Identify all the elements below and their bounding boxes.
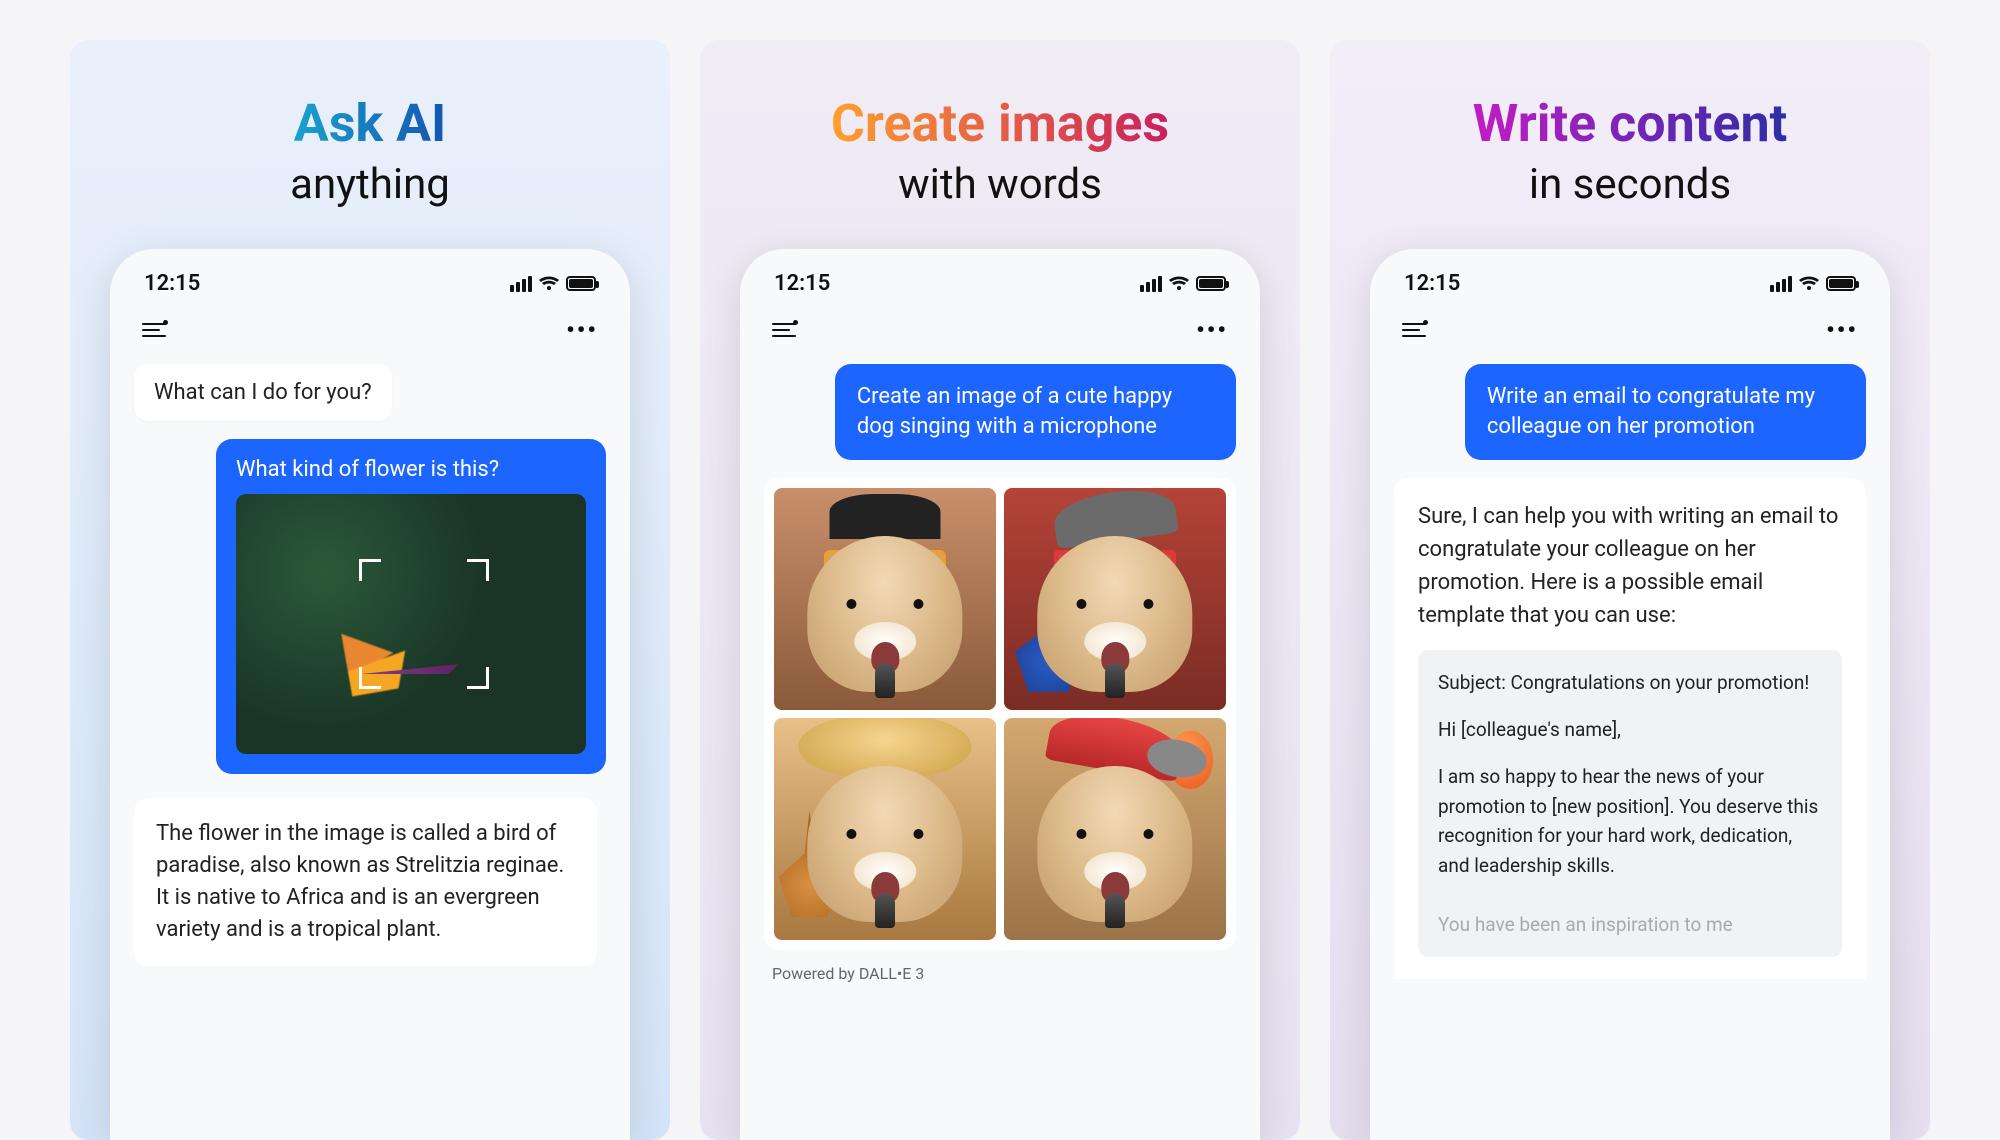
user-message: Write an email to congratulate my collea… [1465, 364, 1866, 459]
email-greeting: Hi [colleague's name], [1438, 715, 1822, 744]
status-bar: 12:15 [134, 271, 606, 296]
status-time: 12:15 [774, 271, 830, 296]
menu-icon[interactable] [772, 323, 796, 337]
ai-message: Sure, I can help you with writing an ema… [1394, 478, 1866, 980]
status-time: 12:15 [144, 271, 200, 296]
email-fade-text: You have been an inspiration to me [1438, 910, 1822, 939]
signal-icon [1140, 276, 1162, 292]
status-icons [510, 276, 596, 292]
status-icons [1140, 276, 1226, 292]
email-template: Subject: Congratulations on your promoti… [1418, 650, 1842, 958]
email-body: I am so happy to hear the news of your p… [1438, 762, 1822, 880]
phone-mock: 12:15 ••• What can I do for you? What ki… [110, 249, 630, 1140]
focus-frame-icon [359, 559, 489, 689]
panel-headline: Write content [1473, 95, 1787, 152]
panel-subhead: in seconds [1529, 160, 1731, 209]
signal-icon [510, 276, 532, 292]
battery-icon [1196, 276, 1226, 291]
phone-mock: 12:15 ••• Write an email to congratulate… [1370, 249, 1890, 1140]
generated-image[interactable] [1004, 718, 1226, 940]
app-top-bar: ••• [1394, 296, 1866, 358]
panel-subhead: with words [898, 160, 1102, 209]
chat-area: Create an image of a cute happy dog sing… [764, 358, 1236, 1140]
wifi-icon [538, 276, 560, 292]
ai-answer: The flower in the image is called a bird… [134, 798, 597, 966]
more-icon[interactable]: ••• [566, 316, 598, 344]
user-message: Create an image of a cute happy dog sing… [835, 364, 1236, 459]
promo-panel-create-images: Create images with words 12:15 ••• Creat… [700, 40, 1300, 1140]
more-icon[interactable]: ••• [1826, 316, 1858, 344]
panel-headline: Ask AI [294, 95, 447, 152]
user-image-message: What kind of flower is this? [216, 439, 606, 774]
app-top-bar: ••• [764, 296, 1236, 358]
user-question-text: What kind of flower is this? [236, 457, 586, 482]
signal-icon [1770, 276, 1792, 292]
status-time: 12:15 [1404, 271, 1460, 296]
chat-area: Write an email to congratulate my collea… [1394, 358, 1866, 1140]
menu-icon[interactable] [1402, 323, 1426, 337]
generated-image-grid [764, 478, 1236, 950]
panel-headline: Create images [831, 95, 1169, 152]
ai-intro-text: Sure, I can help you with writing an ema… [1418, 504, 1838, 628]
app-top-bar: ••• [134, 296, 606, 358]
status-bar: 12:15 [764, 271, 1236, 296]
generated-image[interactable] [774, 718, 996, 940]
wifi-icon [1168, 276, 1190, 292]
chat-area: What can I do for you? What kind of flow… [134, 358, 606, 1140]
generated-image[interactable] [774, 488, 996, 710]
ai-message: What can I do for you? [134, 364, 392, 421]
more-icon[interactable]: ••• [1196, 316, 1228, 344]
battery-icon [566, 276, 596, 291]
panel-subhead: anything [290, 160, 450, 209]
phone-mock: 12:15 ••• Create an image of a cute happ… [740, 249, 1260, 1140]
status-icons [1770, 276, 1856, 292]
battery-icon [1826, 276, 1856, 291]
attached-image[interactable] [236, 494, 586, 754]
wifi-icon [1798, 276, 1820, 292]
generated-image[interactable] [1004, 488, 1226, 710]
powered-by-label: Powered by DALL•E 3 [764, 960, 1236, 991]
promo-panel-ask-ai: Ask AI anything 12:15 ••• What can I do … [70, 40, 670, 1140]
status-bar: 12:15 [1394, 271, 1866, 296]
menu-icon[interactable] [142, 323, 166, 337]
email-subject: Subject: Congratulations on your promoti… [1438, 668, 1822, 697]
promo-panel-write-content: Write content in seconds 12:15 ••• Write… [1330, 40, 1930, 1140]
